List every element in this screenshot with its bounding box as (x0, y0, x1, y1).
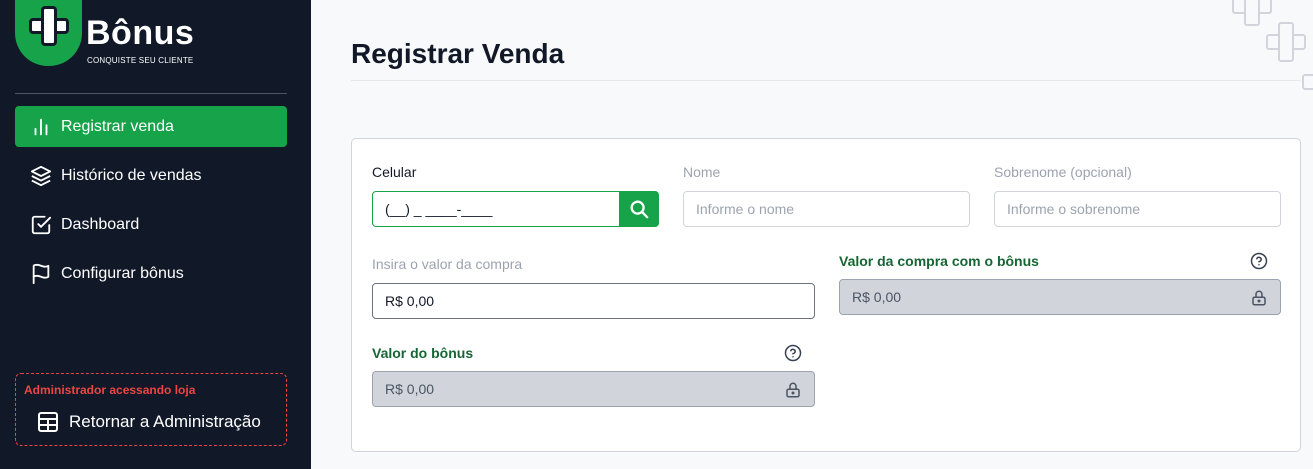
sidebar-item-dashboard[interactable]: Dashboard (15, 204, 287, 245)
logo-plus-icon (29, 6, 69, 46)
search-button[interactable] (619, 191, 659, 227)
decor-plus-icon (1302, 62, 1313, 102)
help-icon[interactable] (1250, 252, 1268, 270)
bonus-label: Valor do bônus (372, 345, 474, 361)
admin-notice-box: Administrador acessando loja Retornar a … (15, 373, 287, 446)
logo-badge (15, 0, 82, 66)
sidebar-item-label: Histórico de vendas (61, 166, 202, 184)
page-title: Registrar Venda (351, 38, 565, 69)
flag-icon (30, 263, 52, 285)
phone-label: Celular (372, 164, 417, 180)
bar-chart-icon (30, 116, 52, 138)
checkbox-icon (30, 214, 52, 236)
sidebar-item-label: Registrar venda (61, 117, 174, 135)
sidebar-item-historico[interactable]: Histórico de vendas (15, 155, 287, 196)
brand-subtitle: CONQUISTE SEU CLIENTE (87, 56, 194, 65)
sidebar-item-label: Configurar bônus (61, 264, 184, 282)
table-icon (38, 412, 58, 432)
sidebar: Bônus CONQUISTE SEU CLIENTE Registrar ve… (0, 0, 311, 469)
layers-icon (30, 165, 52, 187)
sidebar-item-configurar-bonus[interactable]: Configurar bônus (15, 253, 287, 294)
total-with-bonus-label: Valor da compra com o bônus (839, 253, 1039, 269)
name-label: Nome (683, 164, 721, 180)
lock-icon (786, 382, 800, 398)
search-icon (630, 200, 649, 219)
sidebar-item-label: Dashboard (61, 215, 140, 233)
purchase-input[interactable]: R$ 0,00 (372, 283, 815, 319)
bonus-field: R$ 0,00 (372, 371, 815, 407)
total-with-bonus-value: R$ 0,00 (852, 289, 902, 305)
lock-icon (1252, 290, 1266, 306)
sidebar-item-registrar-venda[interactable]: Registrar venda (15, 106, 287, 147)
sidebar-divider (15, 93, 287, 94)
phone-input[interactable]: (__) _ ____-____ (372, 191, 620, 227)
surname-input[interactable]: Informe o sobrenome (994, 191, 1281, 227)
admin-notice: Administrador acessando loja (24, 383, 196, 397)
surname-label: Sobrenome (opcional) (994, 164, 1132, 180)
return-admin-label: Retornar a Administração (69, 412, 261, 431)
brand-title: Bônus (86, 14, 195, 52)
bonus-value: R$ 0,00 (385, 381, 435, 397)
name-input[interactable]: Informe o nome (683, 191, 970, 227)
help-icon[interactable] (784, 344, 802, 362)
title-divider (351, 80, 1301, 81)
return-admin-button[interactable]: Retornar a Administração (36, 410, 261, 434)
total-with-bonus-field: R$ 0,00 (839, 279, 1281, 315)
purchase-label: Insira o valor da compra (372, 256, 523, 272)
decor-plus-icon (1266, 22, 1306, 62)
